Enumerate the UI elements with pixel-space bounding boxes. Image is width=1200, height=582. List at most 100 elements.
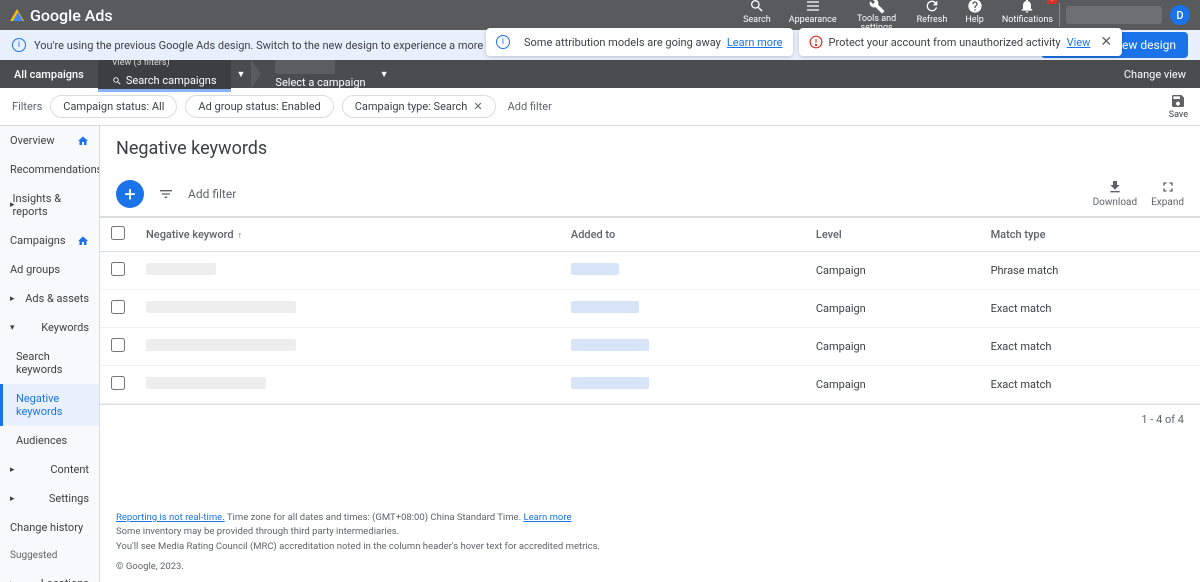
sidebar-item-locations[interactable]: ▸Locations [0,569,99,582]
table-wrap: Negative keyword↑ Added to Level Match t… [100,217,1200,503]
bell-icon [1019,0,1035,14]
sidebar-item-audiences[interactable]: Audiences [0,426,99,455]
sidebar-item-insights[interactable]: ▸Insights & reports [0,184,99,226]
learn-more-link[interactable]: Learn more [523,512,571,523]
content-area: Negative keywords + Add filter Download … [100,126,1200,582]
refresh-icon [924,0,940,14]
page-title: Negative keywords [100,126,1200,171]
sidebar-item-campaigns[interactable]: Campaigns [0,226,99,255]
negative-keywords-table: Negative keyword↑ Added to Level Match t… [100,217,1200,404]
added-to-redacted [571,263,619,275]
sidebar-item-content[interactable]: ▸Content [0,455,99,484]
alert-close-icon[interactable]: ✕ [1100,34,1112,50]
expand-button[interactable]: Expand [1151,179,1184,208]
logo-area[interactable]: Google Ads [10,6,113,25]
home-icon [77,135,89,147]
filter-chip-campaign-type[interactable]: Campaign type: Search✕ [342,95,496,118]
home-icon [77,235,89,247]
added-to-redacted [571,377,649,389]
add-filter-link[interactable]: Add filter [508,100,552,113]
sidebar-item-search-keywords[interactable]: Search keywords [0,342,99,384]
filter-icon[interactable] [158,186,174,202]
sidebar: Overview Recommendations ▸Insights & rep… [0,126,100,582]
toolbar: + Add filter Download Expand [100,171,1200,217]
search-campaigns-crumb[interactable]: View (3 filters) Search campaigns [98,56,231,92]
added-to-redacted [571,339,649,351]
column-added-to[interactable]: Added to [561,218,806,252]
sidebar-item-overview[interactable]: Overview [0,126,99,155]
row-checkbox[interactable] [111,262,125,276]
filter-chip-campaign-status[interactable]: Campaign status: All [50,95,177,118]
add-filter-button[interactable]: Add filter [188,187,236,201]
account-name-redacted [1066,6,1162,24]
chevron-down-icon[interactable]: ▼ [231,69,252,80]
help-icon [967,0,983,14]
caret-right-icon: ▸ [10,294,15,304]
column-match-type[interactable]: Match type [981,218,1200,252]
added-to-redacted [571,301,639,313]
sidebar-item-settings[interactable]: ▸Settings [0,484,99,513]
change-view-link[interactable]: Change view [1110,68,1200,81]
all-campaigns-nav[interactable]: All campaigns [0,60,98,88]
pagination: 1 - 4 of 4 [100,404,1200,434]
save-icon [1170,93,1186,109]
table-row[interactable]: Campaign Phrase match [100,252,1200,290]
sort-arrow-up-icon: ↑ [238,231,243,241]
caret-right-icon: ▸ [10,579,15,582]
alert-learn-more-link[interactable]: Learn more [727,36,783,49]
alert-protect: Protect your account from unauthorized a… [799,28,1123,56]
sidebar-item-recommendations[interactable]: Recommendations [0,155,99,184]
table-row[interactable]: Campaign Exact match [100,366,1200,404]
table-row[interactable]: Campaign Exact match [100,290,1200,328]
column-level[interactable]: Level [806,218,981,252]
filter-row: Filters Campaign status: All Ad group st… [0,88,1200,126]
sidebar-item-ads-assets[interactable]: ▸Ads & assets [0,284,99,313]
filter-chip-adgroup-status[interactable]: Ad group status: Enabled [185,95,333,118]
header-divider [1059,3,1060,27]
sidebar-suggested-label: Suggested [0,542,99,569]
chevron-down-icon[interactable]: ▼ [380,69,389,80]
keyword-redacted [146,301,296,313]
info-bar: i You're using the previous Google Ads d… [0,30,1200,60]
sidebar-item-keywords[interactable]: ▾Keywords [0,313,99,342]
sidebar-item-adgroups[interactable]: Ad groups [0,255,99,284]
caret-right-icon: ▸ [10,465,15,475]
row-checkbox[interactable] [111,376,125,390]
info-icon: i [496,35,510,49]
alert-attribution: i Some attribution models are going away… [486,28,793,56]
reporting-realtime-link[interactable]: Reporting is not real-time. [116,512,225,523]
logo-text: Google Ads [30,6,113,25]
alert-view-link[interactable]: View [1067,36,1091,49]
filters-label: Filters [12,100,42,113]
select-all-checkbox[interactable] [111,226,125,240]
google-ads-logo-icon [10,9,24,21]
footer: Reporting is not real-time. Time zone fo… [100,503,1200,582]
info-icon: i [12,38,26,52]
sidebar-item-change-history[interactable]: Change history [0,513,99,542]
select-campaign-crumb[interactable]: Select a campaign [261,60,379,89]
close-icon[interactable]: ✕ [473,100,482,113]
save-button[interactable]: Save [1169,93,1188,120]
table-row[interactable]: Campaign Exact match [100,328,1200,366]
column-keyword[interactable]: Negative keyword↑ [136,218,561,252]
sidebar-item-negative-keywords[interactable]: Negative keywords [0,384,99,426]
account-area[interactable]: D [1066,5,1190,25]
appearance-icon [805,0,821,14]
search-icon [749,0,765,14]
notification-badge: ! [1047,0,1057,4]
campaign-name-redacted [275,60,335,74]
search-icon [112,76,122,86]
add-button[interactable]: + [116,180,144,208]
wrench-icon [869,0,885,14]
nav-bar: All campaigns View (3 filters) Search ca… [0,60,1200,88]
download-button[interactable]: Download [1093,179,1138,208]
warning-icon [809,35,823,49]
row-checkbox[interactable] [111,300,125,314]
keyword-redacted [146,377,266,389]
row-checkbox[interactable] [111,338,125,352]
expand-icon [1160,179,1176,195]
floating-alerts: i Some attribution models are going away… [486,28,1122,56]
caret-right-icon: ▸ [10,494,15,504]
breadcrumb: View (3 filters) Search campaigns ▼ Sele… [98,56,389,92]
avatar[interactable]: D [1170,5,1190,25]
